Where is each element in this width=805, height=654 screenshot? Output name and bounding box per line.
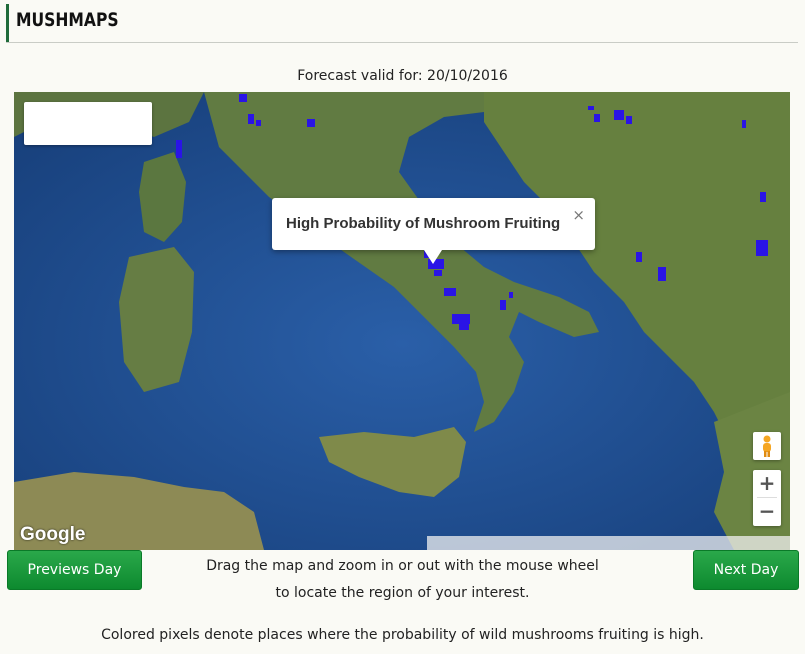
map-type-control[interactable]: [24, 102, 152, 145]
map-canvas[interactable]: High Probability of Mushroom Fruiting × …: [14, 92, 790, 550]
map-instructions: Drag the map and zoom in or out with the…: [160, 553, 645, 607]
next-day-button[interactable]: Next Day: [693, 550, 799, 590]
hint-line-2: to locate the region of your interest.: [275, 585, 530, 601]
street-view-button[interactable]: [753, 432, 781, 460]
map-attribution-bar: [427, 536, 790, 550]
previous-day-button[interactable]: Previews Day: [7, 550, 142, 590]
forecast-date: Forecast valid for: 20/10/2016: [297, 68, 508, 84]
info-popup: High Probability of Mushroom Fruiting ×: [272, 198, 595, 264]
satellite-terrain: [14, 92, 790, 550]
legend-note: Colored pixels denote places where the p…: [101, 627, 704, 643]
close-icon[interactable]: ×: [572, 206, 585, 224]
site-title: MUSHMAPS: [16, 9, 119, 31]
google-logo: Google: [20, 524, 86, 545]
zoom-in-button[interactable]: +: [753, 470, 781, 497]
zoom-out-button[interactable]: −: [753, 498, 781, 525]
brand-accent-bar: [6, 4, 9, 42]
hint-line-1: Drag the map and zoom in or out with the…: [206, 558, 599, 574]
header-divider: [6, 42, 798, 43]
pegman-icon: [763, 435, 771, 457]
popup-title: High Probability of Mushroom Fruiting: [286, 215, 561, 232]
zoom-control: + −: [753, 470, 781, 526]
popup-pointer: [424, 250, 442, 264]
